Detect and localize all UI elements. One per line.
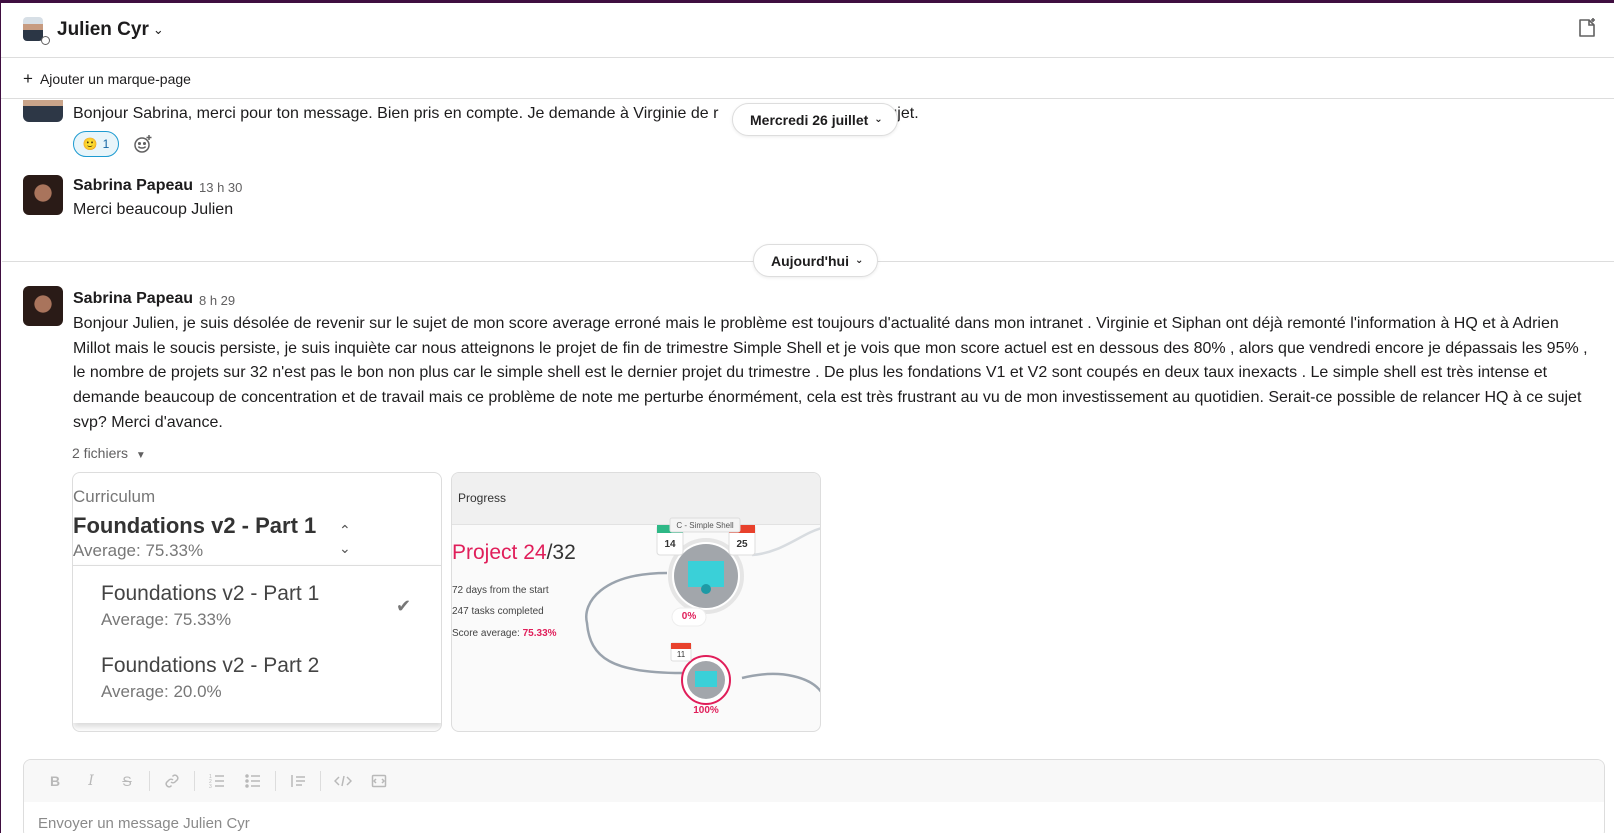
code-block-icon[interactable] xyxy=(361,767,397,795)
node-percent: 0% xyxy=(681,611,697,622)
message-text: Merci beaucoup Julien xyxy=(73,201,234,218)
curriculum-title: Foundations v2 - Part 1 xyxy=(73,513,317,538)
svg-text:3: 3 xyxy=(209,784,212,789)
blockquote-icon[interactable] xyxy=(280,767,316,795)
italic-icon[interactable]: I xyxy=(73,767,109,795)
slightly-smiling-emoji-icon: 🙂 xyxy=(82,137,98,151)
avatar[interactable] xyxy=(23,286,63,326)
message-timestamp[interactable]: 13 h 30 xyxy=(199,180,242,195)
curriculum-label: Curriculum xyxy=(73,487,156,506)
node-end-date: 25 xyxy=(736,539,748,550)
message-composer[interactable]: B I S 123 Envoyer un message Julien Cyr xyxy=(23,759,1605,833)
strikethrough-icon[interactable]: S xyxy=(109,767,145,795)
check-icon: ✔ xyxy=(396,596,412,616)
bookmark-bar[interactable]: + Ajouter un marque-page xyxy=(1,59,1614,99)
link-icon[interactable] xyxy=(154,767,190,795)
bulleted-list-icon[interactable] xyxy=(235,767,271,795)
formatting-toolbar: B I S 123 xyxy=(24,760,1604,802)
chevron-down-icon: ⌄ xyxy=(874,114,883,125)
header-avatar[interactable] xyxy=(23,17,50,45)
avatar[interactable] xyxy=(23,100,63,122)
curriculum-average: Average: 75.33% xyxy=(73,541,204,560)
caret-down-icon: ▼ xyxy=(135,450,146,461)
date-divider-pill[interactable]: Aujourd'hui ⌄ xyxy=(753,244,879,277)
sender-name[interactable]: Sabrina Papeau xyxy=(73,177,193,195)
toolbar-divider xyxy=(320,771,321,791)
code-icon[interactable] xyxy=(325,767,361,795)
files-toggle[interactable]: 2 fichiers ▼ xyxy=(72,445,146,461)
curriculum-dropdown: Foundations v2 - Part 1 Average: 75.33% … xyxy=(73,565,441,723)
channel-header: Julien Cyr ⌄ xyxy=(1,3,1614,58)
avatar-photo xyxy=(23,17,43,41)
plus-icon: + xyxy=(23,68,33,88)
message-text: Bonjour Julien, je suis désolée de reven… xyxy=(73,315,1588,431)
node-percent: 100% xyxy=(693,705,719,716)
reaction-pill[interactable]: 🙂 1 xyxy=(73,131,119,157)
reaction-count: 1 xyxy=(102,137,110,151)
add-bookmark-label: Ajouter un marque-page xyxy=(39,70,191,87)
conversation-title[interactable]: Julien Cyr xyxy=(57,19,149,41)
presence-status-icon xyxy=(41,36,50,45)
bold-icon[interactable]: B xyxy=(37,767,73,795)
dropdown-option-title: Foundations v2 - Part 2 xyxy=(101,654,320,677)
dropdown-option-average: Average: 75.33% xyxy=(101,610,232,629)
sender-name[interactable]: Sabrina Papeau xyxy=(73,290,193,308)
file-thumbnail-progress[interactable]: Progress Project 24/32 72 days from the … xyxy=(451,472,821,732)
toolbar-divider xyxy=(275,771,276,791)
date-divider-pill[interactable]: Mercredi 26 juillet ⌄ xyxy=(732,103,898,136)
message-text-head: Bonjour Sabrina, merci pour ton message.… xyxy=(73,105,719,122)
message-input-placeholder[interactable]: Envoyer un message Julien Cyr xyxy=(38,815,250,832)
node-start-date: 14 xyxy=(664,539,676,550)
chevron-down-icon: ⌄ xyxy=(854,255,864,266)
toolbar-divider xyxy=(149,771,150,791)
avatar[interactable] xyxy=(23,175,63,215)
node-date-tag: 11 xyxy=(676,650,686,659)
sort-arrows-icon: ⌃ ⌄ xyxy=(339,522,351,556)
chevron-down-icon[interactable]: ⌄ xyxy=(153,22,164,38)
canvas-icon[interactable] xyxy=(1576,17,1598,39)
file-thumbnail-curriculum[interactable]: Curriculum Foundations v2 - Part 1 Avera… xyxy=(72,472,442,732)
add-reaction-icon[interactable] xyxy=(129,131,157,157)
date-label: Aujourd'hui xyxy=(771,252,849,269)
toolbar-divider xyxy=(194,771,195,791)
ordered-list-icon[interactable]: 123 xyxy=(199,767,235,795)
dropdown-option-average: Average: 20.0% xyxy=(101,682,222,701)
files-count-label: 2 fichiers xyxy=(72,445,129,461)
dropdown-option-title: Foundations v2 - Part 1 xyxy=(101,582,320,605)
node-title: C - Simple Shell xyxy=(676,521,734,530)
progress-path-graphic xyxy=(585,517,820,705)
date-label: Mercredi 26 juillet xyxy=(750,111,869,128)
message-timestamp[interactable]: 8 h 29 xyxy=(199,293,235,308)
